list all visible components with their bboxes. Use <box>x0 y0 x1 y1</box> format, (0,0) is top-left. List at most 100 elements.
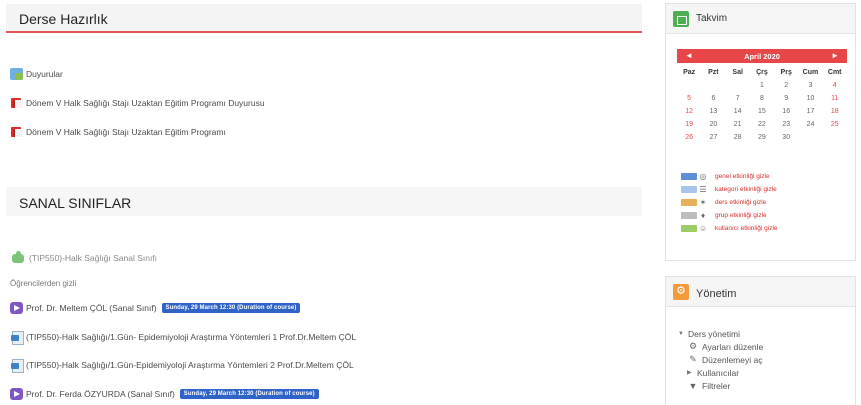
event-color-swatch <box>681 186 697 193</box>
tree-item-label[interactable]: Filtreler <box>702 381 730 391</box>
calendar-day[interactable]: 20 <box>701 121 725 128</box>
activity-link[interactable]: (TIP550)-Halk Sağlığı Sanal Sınıfı <box>29 253 157 263</box>
calendar-day[interactable]: 27 <box>701 134 725 141</box>
activity-link[interactable]: Dönem V Halk Sağlığı Stajı Uzaktan Eğiti… <box>26 127 226 137</box>
tree-item-icon: ▼ <box>688 380 698 391</box>
administration-tree-item[interactable]: ▼ Ders yönetimi <box>678 327 763 340</box>
calendar-week-row: 26 27 28 29 30 <box>677 131 847 144</box>
event-filter-link[interactable]: grup etkinliği gizle <box>715 212 767 219</box>
virtual-class-icon <box>10 388 23 400</box>
calendar-day[interactable]: 29 <box>750 134 774 141</box>
calendar-block-header: Takvim <box>666 4 855 34</box>
calendar-day[interactable]: 3 <box>798 82 822 89</box>
next-month-icon[interactable]: ► <box>831 51 839 60</box>
activity-program-duyurusu[interactable]: Dönem V Halk Sağlığı Stajı Uzaktan Eğiti… <box>10 97 265 109</box>
calendar-block: Takvim ◄ April 2020 ► Paz Pzt Sal Çrş Prş Cum… <box>665 3 856 261</box>
calendar-day[interactable]: 11 <box>823 95 847 102</box>
tree-item-icon: ✎ <box>689 354 697 364</box>
calendar-day[interactable]: 8 <box>750 95 774 102</box>
section-header-derse-hazirlik: Derse Hazırlık <box>6 4 642 33</box>
event-filter-link[interactable]: kullanıcı etkinliği gizle <box>715 225 778 232</box>
puzzle-icon <box>10 251 26 264</box>
calendar-day[interactable]: 2 <box>774 82 798 89</box>
administration-tree-item[interactable]: ⚙ Ayarları düzenle <box>678 340 763 353</box>
calendar-weekday: Sal <box>732 69 743 76</box>
expand-toggle-icon[interactable]: ▶ <box>687 369 697 376</box>
calendar-day[interactable]: 6 <box>701 95 725 102</box>
event-filter-item[interactable]: ☰ kategori etkinliği gizle <box>681 183 778 196</box>
calendar-week-row: 5 6 7 8 9 10 11 <box>677 92 847 105</box>
file-icon <box>10 359 24 373</box>
event-filter-list: ◎ genel etkinliği gizle ☰ kategori etkinliğ… <box>681 170 778 235</box>
administration-block: Yönetim ▼Ders yönetimi⚙Ayarları düzenle✎… <box>665 276 856 405</box>
calendar-day[interactable]: 21 <box>726 121 750 128</box>
event-filter-item[interactable]: ◎ genel etkinliği gizle <box>681 170 778 183</box>
tree-item-label[interactable]: Düzenlemeyi aç <box>702 355 762 365</box>
administration-tree-item[interactable]: ▼ Filtreler <box>678 379 763 392</box>
hidden-from-students-note: Öğrencilerden gizli <box>10 279 77 288</box>
activity-ferda-ozyurda[interactable]: Prof. Dr. Ferda ÖZYURDA (Sanal Sınıf) Su… <box>10 388 319 400</box>
event-filter-link[interactable]: ders etkinliği gizle <box>715 199 766 206</box>
activity-sanal-sinif[interactable]: (TIP550)-Halk Sağlığı Sanal Sınıfı <box>10 251 157 264</box>
section-title: Derse Hazırlık <box>19 11 108 27</box>
event-filter-link[interactable]: kategori etkinliği gizle <box>715 186 777 193</box>
tree-item-label[interactable]: Kullanıcılar <box>697 368 739 378</box>
activity-link[interactable]: Duyurular <box>26 69 63 79</box>
forum-icon <box>10 68 23 80</box>
calendar-title: Takvim <box>696 13 728 24</box>
activity-meltem-col[interactable]: Prof. Dr. Meltem ÇÖL (Sanal Sınıf) Sunda… <box>10 302 301 314</box>
calendar-day[interactable]: 16 <box>774 108 798 115</box>
calendar-day[interactable]: 23 <box>774 121 798 128</box>
calendar-day[interactable]: 25 <box>823 121 847 128</box>
tree-item-label[interactable]: Ayarları düzenle <box>702 342 763 352</box>
activity-link[interactable]: (TIP550)-Halk Sağlığı/1.Gün-Epidemiyoloj… <box>26 360 354 370</box>
tree-item-label[interactable]: Ders yönetimi <box>688 329 740 339</box>
calendar-day[interactable]: 26 <box>677 134 701 141</box>
group-icon: ♦ <box>700 210 706 220</box>
administration-tree-item[interactable]: ✎ Düzenlemeyi aç <box>678 353 763 366</box>
date-badge: Sunday, 29 March 12:30 (Duration of cour… <box>161 303 301 313</box>
administration-title: Yönetim <box>696 288 737 300</box>
calendar-day[interactable]: 30 <box>774 134 798 141</box>
calendar-day[interactable]: 1 <box>750 82 774 89</box>
settings-icon <box>673 284 689 300</box>
section-title: SANAL SINIFLAR <box>19 195 132 211</box>
event-color-swatch <box>681 173 697 180</box>
calendar-day[interactable]: 12 <box>677 108 701 115</box>
calendar-month-label[interactable]: April 2020 <box>677 52 847 61</box>
event-filter-item[interactable]: ♦ grup etkinliği gizle <box>681 209 778 222</box>
event-filter-link[interactable]: genel etkinliği gizle <box>715 173 770 180</box>
tree-item-icon: ⚙ <box>688 341 698 351</box>
administration-tree-item[interactable]: ▶ Kullanıcılar <box>678 366 763 379</box>
calendar-week-row: 12 13 14 15 16 17 18 <box>677 105 847 118</box>
calendar-day[interactable]: 7 <box>726 95 750 102</box>
calendar-day[interactable]: 5 <box>677 95 701 102</box>
course-icon: ✶ <box>699 197 707 207</box>
calendar-day[interactable]: 10 <box>798 95 822 102</box>
calendar-day[interactable]: 19 <box>677 118 701 131</box>
calendar-day[interactable]: 14 <box>726 108 750 115</box>
event-filter-item[interactable]: ✶ ders etkinliği gizle <box>681 196 778 209</box>
activity-link[interactable]: (TIP550)-Halk Sağlığı/1.Gün- Epidemiyolo… <box>26 332 356 342</box>
calendar-day[interactable]: 17 <box>798 108 822 115</box>
activity-program[interactable]: Dönem V Halk Sağlığı Stajı Uzaktan Eğiti… <box>10 126 226 138</box>
list-icon: ☰ <box>699 184 707 194</box>
expand-toggle-icon[interactable]: ▼ <box>678 331 688 337</box>
calendar-day[interactable]: 22 <box>750 121 774 128</box>
course-content: Derse Hazırlık Duyurular Dönem V Halk Sa… <box>0 0 648 405</box>
activity-link[interactable]: Prof. Dr. Meltem ÇÖL (Sanal Sınıf) <box>26 303 157 313</box>
calendar-day[interactable]: 13 <box>701 108 725 115</box>
calendar-day[interactable]: 18 <box>823 108 847 115</box>
calendar-day[interactable]: 28 <box>726 134 750 141</box>
activity-link[interactable]: Dönem V Halk Sağlığı Stajı Uzaktan Eğiti… <box>26 98 265 108</box>
activity-duyurular[interactable]: Duyurular <box>10 68 63 80</box>
calendar-day[interactable]: 24 <box>798 121 822 128</box>
event-color-swatch <box>681 212 697 219</box>
calendar-day[interactable]: 4 <box>823 82 847 89</box>
activity-file-2[interactable]: (TIP550)-Halk Sağlığı/1.Gün-Epidemiyoloj… <box>10 359 354 373</box>
calendar-day[interactable]: 9 <box>774 95 798 102</box>
event-filter-item[interactable]: ☺ kullanıcı etkinliği gizle <box>681 222 778 235</box>
calendar-day[interactable]: 15 <box>750 108 774 115</box>
activity-file-1[interactable]: (TIP550)-Halk Sağlığı/1.Gün- Epidemiyolo… <box>10 331 356 345</box>
activity-link[interactable]: Prof. Dr. Ferda ÖZYURDA (Sanal Sınıf) <box>26 389 175 399</box>
